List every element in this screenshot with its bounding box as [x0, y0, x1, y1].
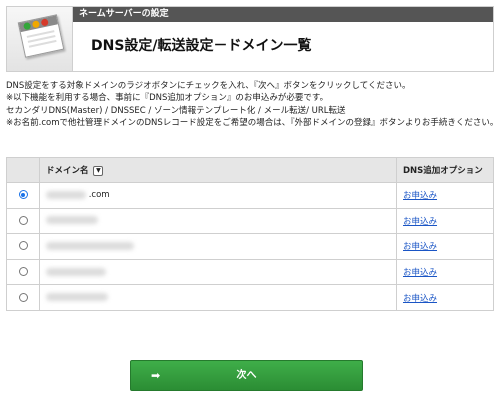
domain-radio[interactable] — [18, 292, 28, 302]
table-header-row: ドメイン名 ▼ DNS追加オプション — [6, 157, 494, 183]
table-row: .com お申込み — [6, 182, 494, 209]
redacted-domain-name — [46, 216, 98, 225]
option-cell: お申込み — [396, 207, 494, 235]
domain-table: ドメイン名 ▼ DNS追加オプション .com お申込み お申込み お申込み お… — [6, 157, 494, 311]
page-title: DNS設定/転送設定－ドメイン一覧 — [73, 22, 493, 71]
option-apply-link[interactable]: お申込み — [403, 294, 437, 304]
option-apply-link[interactable]: お申込み — [403, 242, 437, 252]
domain-cell: .com — [39, 182, 397, 209]
option-apply-link[interactable]: お申込み — [403, 268, 437, 278]
page-header: ネームサーバーの設定 DNS設定/転送設定－ドメイン一覧 — [6, 6, 494, 72]
table-row: お申込み — [6, 207, 494, 235]
domain-radio-selected[interactable] — [18, 190, 28, 200]
next-button[interactable]: ➡ 次へ — [130, 360, 363, 391]
domain-radio[interactable] — [18, 267, 28, 277]
redacted-domain-name — [46, 190, 86, 199]
table-row: お申込み — [6, 284, 494, 311]
instruction-line: DNS設定をする対象ドメインのラジオボタンにチェックを入れ、『次へ』ボタンをクリ… — [6, 81, 411, 91]
radio-cell — [6, 284, 40, 311]
domain-column-label: ドメイン名 — [46, 166, 89, 176]
option-cell: お申込み — [396, 233, 494, 260]
redacted-domain-name — [46, 241, 134, 250]
table-row: お申込み — [6, 233, 494, 260]
option-apply-link[interactable]: お申込み — [403, 217, 437, 227]
radio-cell — [6, 182, 40, 209]
instruction-line: ※以下機能を利用する場合、事前に『DNS追加オプション』のお申込みが必要です。 — [6, 93, 329, 104]
domain-column-header: ドメイン名 ▼ — [39, 157, 397, 183]
next-button-label: 次へ — [236, 370, 257, 381]
header-icon-box — [7, 7, 73, 71]
section-label: ネームサーバーの設定 — [73, 7, 493, 22]
domain-radio[interactable] — [18, 215, 28, 225]
option-apply-link[interactable]: お申込み — [403, 191, 437, 201]
option-cell: お申込み — [396, 284, 494, 311]
browser-window-icon — [17, 14, 65, 58]
instruction-line: ※お名前.comで他社管理ドメインのDNSレコード設定をご希望の場合は、『外部ド… — [6, 118, 498, 129]
instructions: DNS設定をする対象ドメインのラジオボタンにチェックを入れ、『次へ』ボタンをクリ… — [6, 80, 498, 130]
domain-cell — [39, 207, 397, 235]
domain-cell — [39, 258, 397, 286]
table-row: お申込み — [6, 258, 494, 286]
radio-cell — [6, 207, 40, 235]
option-cell: お申込み — [396, 182, 494, 209]
option-column-header: DNS追加オプション — [396, 157, 494, 183]
domain-suffix: .com — [88, 190, 110, 201]
domain-cell — [39, 233, 397, 260]
redacted-domain-name — [46, 293, 108, 302]
radio-cell — [6, 233, 40, 260]
redacted-domain-name — [46, 267, 106, 276]
domain-cell — [39, 284, 397, 311]
sort-dropdown-icon[interactable]: ▼ — [93, 165, 104, 176]
option-cell: お申込み — [396, 258, 494, 286]
instruction-line: セカンダリDNS(Master) / DNSSEC / ゾーン情報テンプレート化… — [6, 105, 346, 116]
domain-radio[interactable] — [18, 241, 28, 251]
radio-column-header — [6, 157, 40, 183]
radio-cell — [6, 258, 40, 286]
